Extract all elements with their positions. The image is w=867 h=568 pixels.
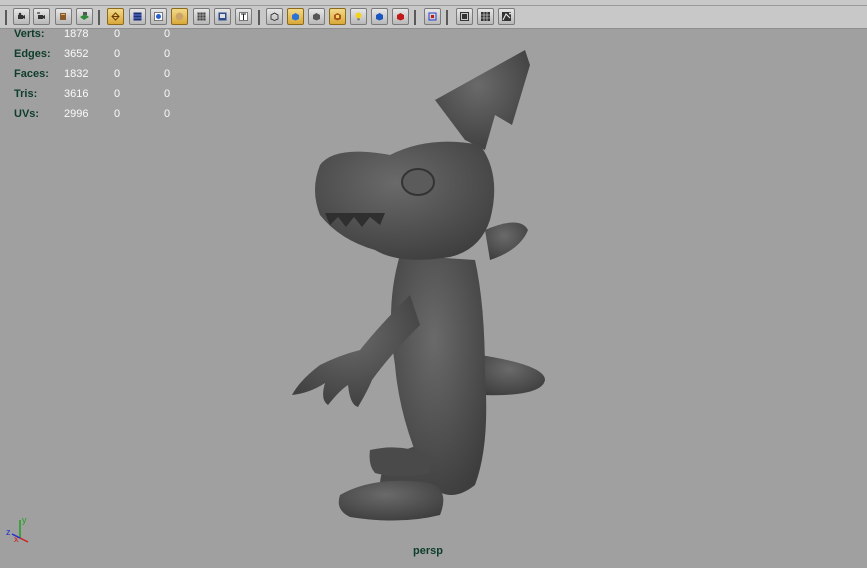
wireframe-cube-icon[interactable] <box>266 8 283 25</box>
model-frill <box>485 222 528 260</box>
textured-icon[interactable] <box>214 8 231 25</box>
select-camera-icon[interactable] <box>13 8 30 25</box>
red-cube-icon[interactable] <box>392 8 409 25</box>
resolution-gate-icon[interactable] <box>456 8 473 25</box>
hud-value: 1878 <box>64 28 89 40</box>
hud-value: 0 <box>164 88 171 100</box>
model-head <box>315 141 495 260</box>
hud-value: 3652 <box>64 48 89 60</box>
panel-toolbar <box>0 6 867 29</box>
hud-value: 0 <box>164 48 171 60</box>
hud-label: Edges: <box>14 48 51 60</box>
hud-value: 0 <box>114 48 121 60</box>
toolbar-separator <box>446 10 448 25</box>
hud-label: Tris: <box>14 88 38 100</box>
model-eye <box>401 168 435 196</box>
axis-z-label: z <box>6 527 11 537</box>
toolbar-separator <box>414 10 416 25</box>
grid-icon[interactable] <box>129 8 146 25</box>
hud-value: 1832 <box>64 68 89 80</box>
texture-cube-icon[interactable] <box>329 8 346 25</box>
camera-name-label: persp <box>413 545 443 557</box>
camera-attributes-icon[interactable] <box>33 8 50 25</box>
model-foot-front <box>338 480 444 521</box>
hud-label: UVs: <box>14 108 40 120</box>
blue-cube-icon[interactable] <box>371 8 388 25</box>
wireframe-icon[interactable] <box>193 8 210 25</box>
shaded-cube-icon[interactable] <box>287 8 304 25</box>
smooth-shade-icon[interactable] <box>171 8 188 25</box>
view-axis-indicator: y x z <box>6 515 29 544</box>
hud-value: 0 <box>164 108 171 120</box>
toolbar-separator <box>258 10 260 25</box>
toolbar-separator <box>98 10 100 25</box>
flat-cube-icon[interactable] <box>308 8 325 25</box>
hud-value: 0 <box>114 68 121 80</box>
hud-value: 0 <box>164 68 171 80</box>
film-gate-icon[interactable] <box>477 8 494 25</box>
hud-value: 0 <box>164 28 171 40</box>
wireframe-on-shaded-icon[interactable] <box>107 8 124 25</box>
axis-x-label: x <box>14 534 19 544</box>
hud-value: 0 <box>114 108 121 120</box>
hud-label: Faces: <box>14 68 49 80</box>
xray-icon[interactable] <box>150 8 167 25</box>
creature-model[interactable] <box>280 45 560 530</box>
toolbar-separator <box>5 10 7 25</box>
hud-value: 3616 <box>64 88 89 100</box>
text-icon[interactable] <box>235 8 252 25</box>
light-bulb-icon[interactable] <box>350 8 367 25</box>
hud-value: 2996 <box>64 108 89 120</box>
model-tail <box>480 355 545 396</box>
image-plane-icon[interactable] <box>76 8 93 25</box>
hud-value: 0 <box>114 88 121 100</box>
bookmark-icon[interactable] <box>55 8 72 25</box>
axis-y-label: y <box>22 515 27 525</box>
isolate-select-icon[interactable] <box>424 8 441 25</box>
hud-label: Verts: <box>14 28 45 40</box>
model-crest <box>435 50 530 150</box>
gate-mask-icon[interactable] <box>498 8 515 25</box>
hud-value: 0 <box>114 28 121 40</box>
